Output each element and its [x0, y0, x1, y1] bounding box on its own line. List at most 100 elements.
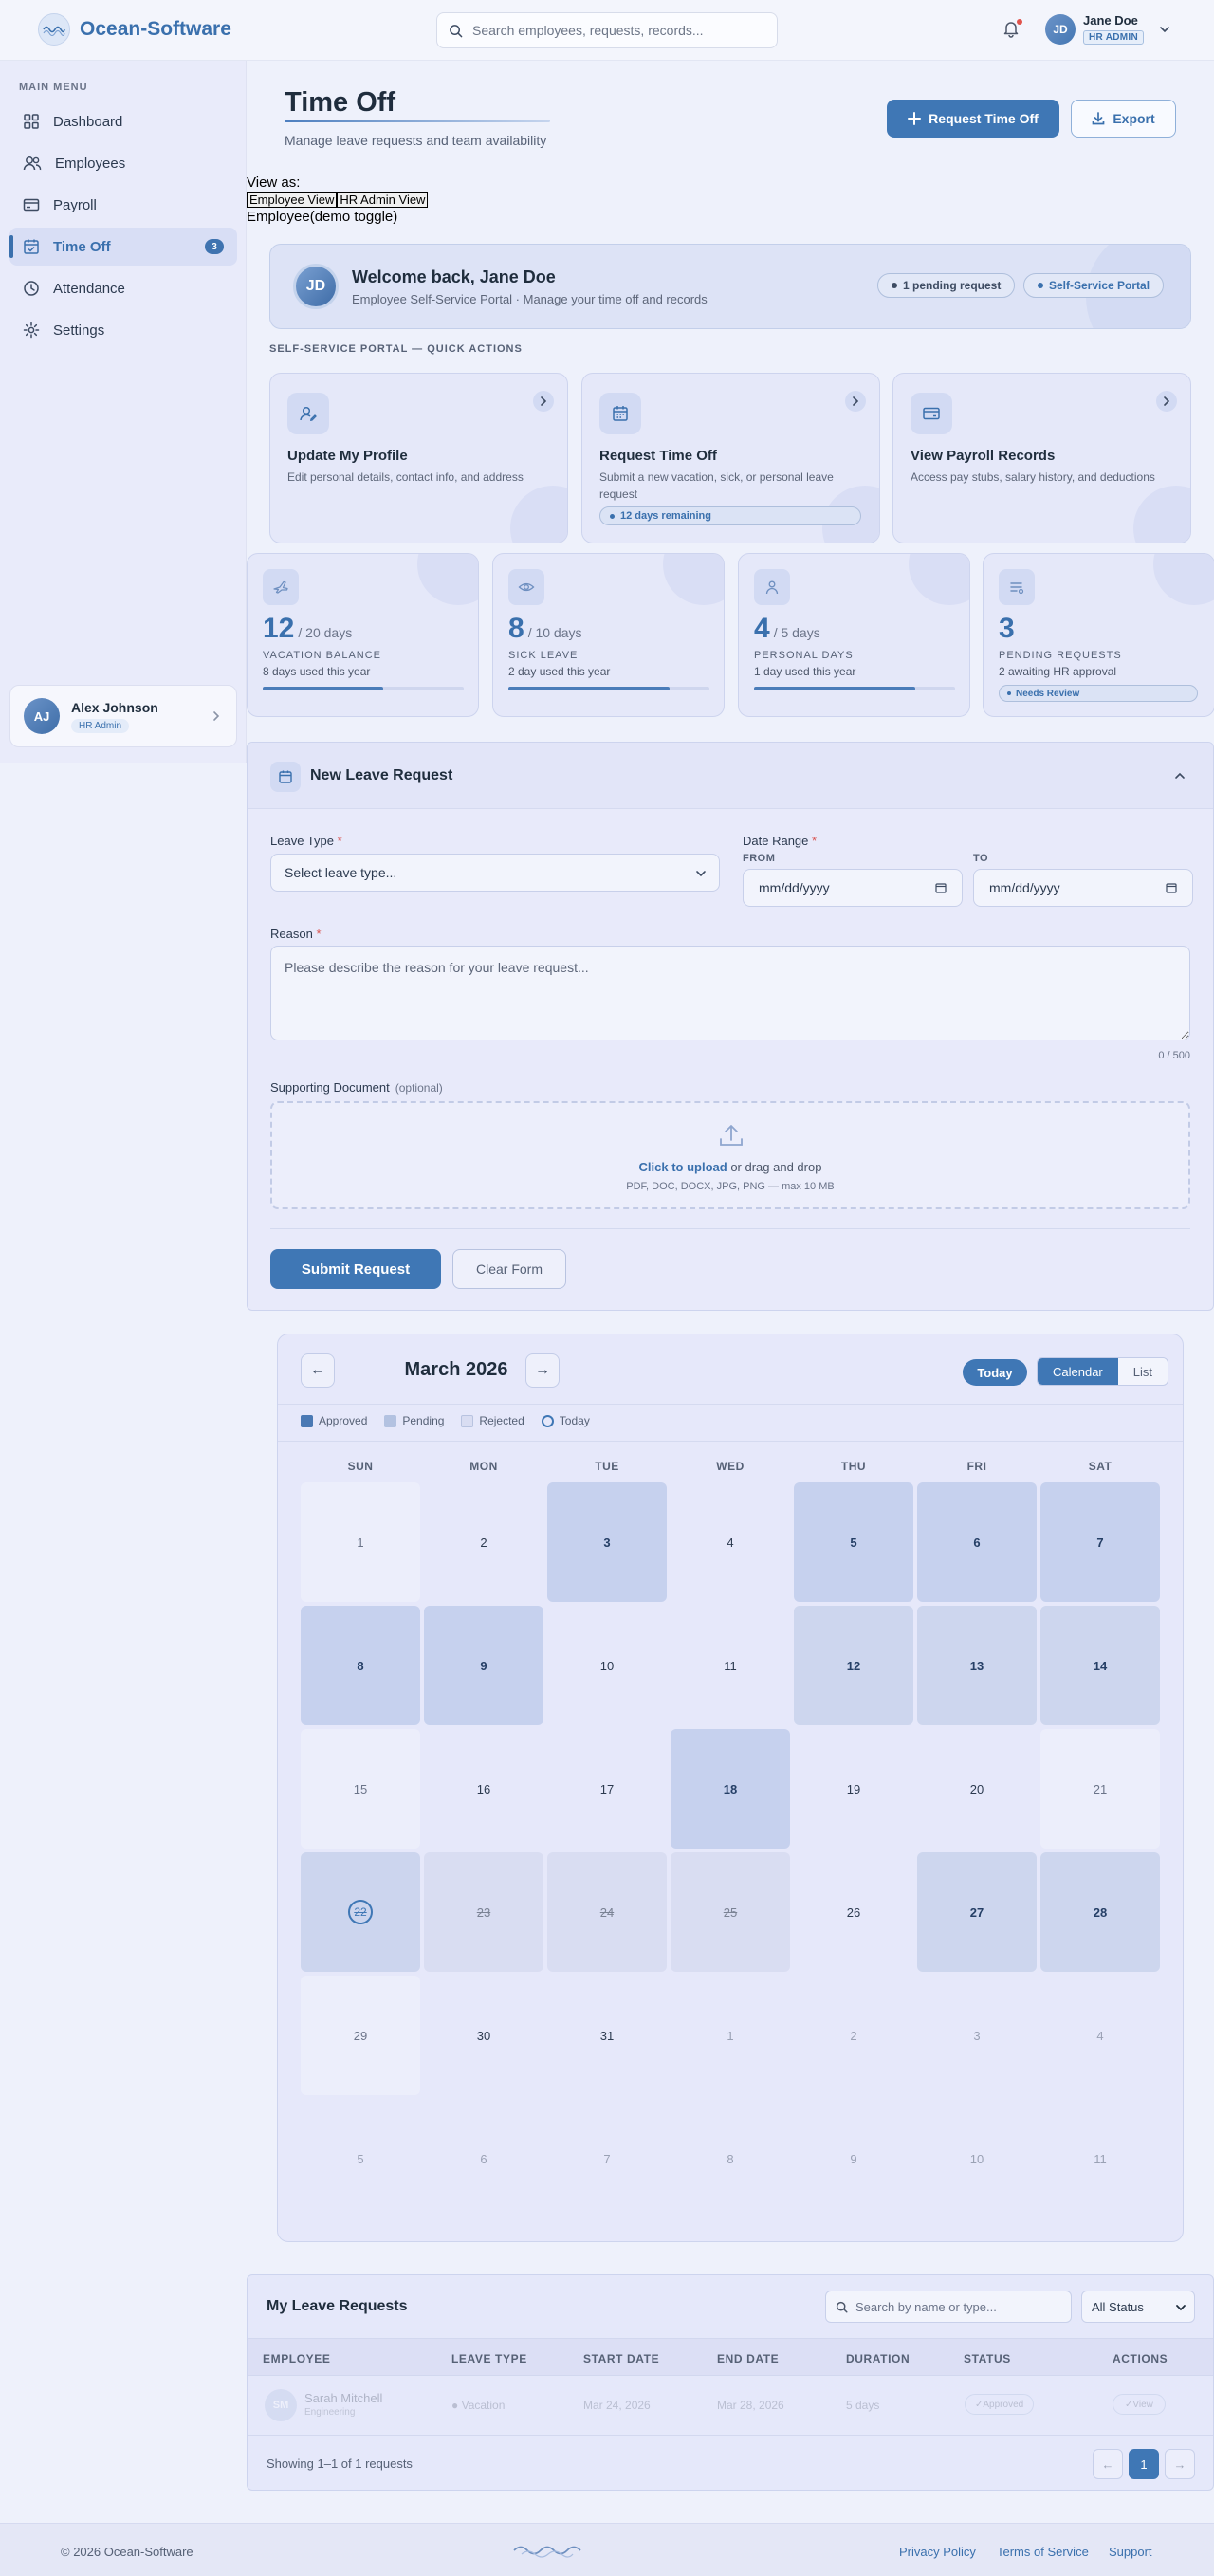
calendar-day[interactable]: 9	[794, 2099, 913, 2218]
calendar-day[interactable]: 2	[794, 1976, 913, 2095]
calendar-day[interactable]: 24	[547, 1852, 667, 1972]
needs-review-tag[interactable]: Needs Review	[999, 685, 1198, 702]
calendar-day[interactable]: 20	[917, 1729, 1037, 1849]
column-header[interactable]: DURATION	[846, 2352, 910, 2365]
sidebar-item-settings[interactable]: Settings	[9, 311, 237, 349]
calendar-day[interactable]: 31	[547, 1976, 667, 2095]
calendar-day[interactable]: 14	[1040, 1606, 1160, 1725]
next-month-button[interactable]: →	[525, 1353, 560, 1388]
pending-request-pill[interactable]: 1 pending request	[877, 273, 1016, 298]
export-button[interactable]: Export	[1071, 100, 1176, 138]
calendar-day[interactable]: 1	[301, 1482, 420, 1602]
submit-request-button[interactable]: Submit Request	[270, 1249, 441, 1289]
calendar-day[interactable]: 7	[547, 2099, 667, 2218]
calendar-day[interactable]: 8	[301, 1606, 420, 1725]
calendar-day[interactable]: 4	[1040, 1976, 1160, 2095]
calendar-day[interactable]: 26	[794, 1852, 913, 1972]
page-button-1[interactable]: 1	[1129, 2449, 1159, 2479]
hr-admin-view-button[interactable]: HR Admin View	[337, 192, 429, 208]
next-page-button[interactable]: →	[1165, 2449, 1195, 2479]
form-header[interactable]: New Leave Request	[248, 743, 1213, 809]
from-date-input[interactable]: mm/dd/yyyy	[743, 869, 963, 907]
upload-link[interactable]: Click to upload	[639, 1160, 727, 1174]
calendar-day[interactable]: 9	[424, 1606, 543, 1725]
list-view-button[interactable]: List	[1117, 1358, 1168, 1385]
calendar-day[interactable]: 3	[917, 1976, 1037, 2095]
reason-textarea[interactable]	[270, 946, 1190, 1040]
search-input[interactable]	[472, 23, 757, 38]
calendar-day[interactable]: 29	[301, 1976, 420, 2095]
calendar-day[interactable]: 12	[794, 1606, 913, 1725]
calendar-day[interactable]: 4	[671, 1482, 790, 1602]
calendar-day[interactable]: 1	[671, 1976, 790, 2095]
sidebar-item-employees[interactable]: Employees	[9, 144, 237, 182]
to-date-input[interactable]: mm/dd/yyyy	[973, 869, 1193, 907]
calendar-day[interactable]: 6	[424, 2099, 543, 2218]
leave-type-select[interactable]: Select leave type...	[270, 854, 720, 892]
privacy-policy-link[interactable]: Privacy Policy	[899, 2545, 976, 2559]
column-header[interactable]: EMPLOYEE	[263, 2352, 330, 2365]
calendar-day[interactable]: 28	[1040, 1852, 1160, 1972]
table-row[interactable]: SM Sarah Mitchell Engineering ● Vacation…	[248, 2376, 1213, 2435]
view-request-button[interactable]: ✓ View	[1113, 2394, 1166, 2415]
calendar-day-today[interactable]: 22	[301, 1852, 420, 1972]
status-filter-select[interactable]: All Status	[1081, 2291, 1195, 2323]
column-header[interactable]: LEAVE TYPE	[451, 2352, 527, 2365]
calendar-day[interactable]: 19	[794, 1729, 913, 1849]
calendar-day[interactable]: 10	[917, 2099, 1037, 2218]
calendar-day[interactable]: 16	[424, 1729, 543, 1849]
calendar-day[interactable]: 21	[1040, 1729, 1160, 1849]
today-button[interactable]: Today	[963, 1359, 1027, 1386]
calendar-day[interactable]: 2	[424, 1482, 543, 1602]
calendar-day[interactable]: 18	[671, 1729, 790, 1849]
file-upload-dropzone[interactable]: Click to upload or drag and drop PDF, DO…	[270, 1101, 1190, 1209]
calendar-day[interactable]: 6	[917, 1482, 1037, 1602]
calendar-day[interactable]: 27	[917, 1852, 1037, 1972]
calendar-day[interactable]: 3	[547, 1482, 667, 1602]
user-menu[interactable]: JD Jane Doe HR ADMIN	[1045, 13, 1170, 45]
requests-search[interactable]	[825, 2291, 1072, 2323]
sidebar-profile-card[interactable]: AJ Alex Johnson HR Admin	[9, 685, 237, 747]
column-header[interactable]: STATUS	[964, 2352, 1011, 2365]
clear-form-button[interactable]: Clear Form	[452, 1249, 566, 1289]
calendar-day[interactable]: 17	[547, 1729, 667, 1849]
view-payroll-card[interactable]: View Payroll Records Access pay stubs, s…	[892, 373, 1191, 543]
global-search[interactable]	[436, 12, 778, 48]
prev-page-button[interactable]: ←	[1093, 2449, 1123, 2479]
calendar-day[interactable]: 8	[671, 2099, 790, 2218]
stat-number: 3	[999, 613, 1015, 644]
column-header[interactable]: ACTIONS	[1113, 2352, 1168, 2365]
sidebar-item-payroll[interactable]: Payroll	[9, 186, 237, 224]
calendar-day[interactable]: 30	[424, 1976, 543, 2095]
support-link[interactable]: Support	[1109, 2545, 1152, 2559]
calendar-icon[interactable]	[935, 882, 947, 893]
request-time-off-button[interactable]: Request Time Off	[887, 100, 1059, 138]
column-header[interactable]: START DATE	[583, 2352, 659, 2365]
column-header[interactable]: END DATE	[717, 2352, 779, 2365]
sidebar-item-time-off[interactable]: Time Off 3	[9, 228, 237, 266]
calendar-day[interactable]: 7	[1040, 1482, 1160, 1602]
prev-month-button[interactable]: ←	[301, 1353, 335, 1388]
calendar-day[interactable]: 11	[1040, 2099, 1160, 2218]
sidebar-item-attendance[interactable]: Attendance	[9, 269, 237, 307]
calendar-day[interactable]: 11	[671, 1606, 790, 1725]
calendar-day[interactable]: 15	[301, 1729, 420, 1849]
sidebar-item-dashboard[interactable]: Dashboard	[9, 102, 237, 140]
calendar-day[interactable]: 13	[917, 1606, 1037, 1725]
calendar-icon[interactable]	[1166, 882, 1177, 893]
app-logo[interactable]: Ocean-Software	[38, 13, 231, 46]
update-profile-card[interactable]: Update My Profile Edit personal details,…	[269, 373, 568, 543]
terms-of-service-link[interactable]: Terms of Service	[997, 2545, 1089, 2559]
request-time-off-card[interactable]: Request Time Off Submit a new vacation, …	[581, 373, 880, 543]
employee-view-button[interactable]: Employee View	[247, 192, 338, 208]
calendar-day[interactable]: 5	[794, 1482, 913, 1602]
calendar-day[interactable]: 23	[424, 1852, 543, 1972]
requests-search-input[interactable]	[855, 2299, 1055, 2314]
calendar-day[interactable]: 5	[301, 2099, 420, 2218]
calendar-day[interactable]: 25	[671, 1852, 790, 1972]
notification-bell-icon[interactable]	[1002, 19, 1022, 40]
calendar-day[interactable]: 10	[547, 1606, 667, 1725]
chevron-up-icon[interactable]	[1169, 765, 1190, 786]
calendar-view-button[interactable]: Calendar	[1038, 1358, 1118, 1385]
self-service-portal-pill[interactable]: Self-Service Portal	[1023, 273, 1165, 298]
